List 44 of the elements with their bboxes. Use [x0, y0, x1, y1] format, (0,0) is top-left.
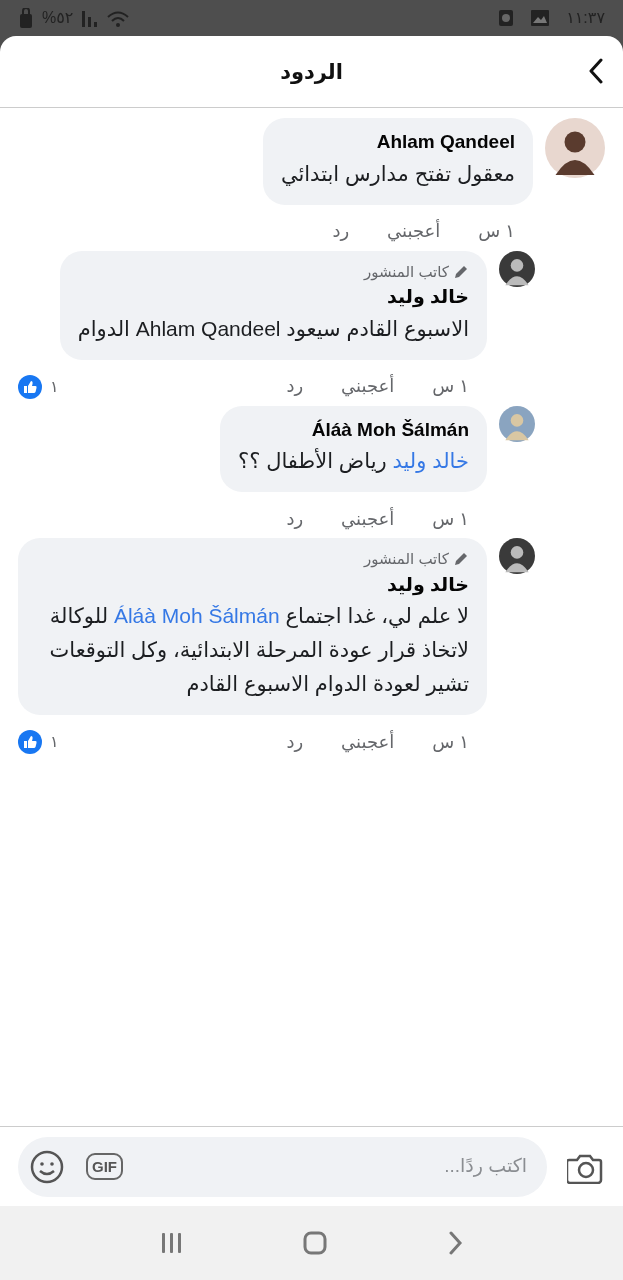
- reaction-count: ١: [50, 732, 59, 752]
- author-role-label: كاتب المنشور: [363, 261, 449, 283]
- image-icon: [530, 9, 551, 27]
- reply-button[interactable]: رد: [286, 373, 304, 400]
- recent-apps-icon[interactable]: [160, 1231, 184, 1255]
- like-reaction-icon: [18, 374, 42, 399]
- author-name[interactable]: خالد وليد: [77, 283, 469, 312]
- avatar: [545, 118, 605, 178]
- back-icon: [587, 58, 605, 84]
- screen-title: الردود: [280, 58, 343, 86]
- reply-button[interactable]: رد: [332, 218, 350, 245]
- comment-text: الاسبوع القادم سيعود Ahlam Qandeel الدوام: [77, 315, 469, 343]
- avatar: [499, 250, 535, 287]
- notification-icon: [498, 9, 515, 27]
- signal-icon: [81, 9, 99, 27]
- author-role-label: كاتب المنشور: [363, 549, 449, 570]
- avatar: [499, 538, 535, 574]
- like-button[interactable]: أعجبني: [341, 505, 395, 533]
- reply-button[interactable]: رد: [286, 728, 304, 756]
- like-button[interactable]: أعجبني: [341, 373, 395, 400]
- like-button[interactable]: أعجبني: [387, 218, 441, 245]
- mention-link[interactable]: خالد وليد: [392, 449, 469, 472]
- comment-time: ١ س: [432, 375, 469, 398]
- gif-button[interactable]: GIF: [86, 1153, 123, 1180]
- emoji-icon[interactable]: [30, 1149, 64, 1184]
- author-name[interactable]: Ahlam Qandeel: [280, 128, 515, 157]
- back-button[interactable]: [587, 58, 605, 84]
- comment-time: ١ س: [432, 507, 469, 531]
- mention-link[interactable]: Áláà Moh Šálmán: [113, 604, 280, 627]
- comment-text: معقول تفتح مدارس ابتدائي: [280, 160, 515, 188]
- like-reaction-icon: [18, 730, 42, 754]
- author-name[interactable]: خالد وليد: [36, 570, 469, 599]
- comment-time: ١ س: [478, 220, 515, 243]
- home-icon[interactable]: [303, 1231, 328, 1255]
- pencil-icon: [453, 263, 469, 280]
- avatar: [499, 405, 535, 442]
- comment-text: خالد وليد رياض الأطفال ؟؟: [238, 447, 469, 475]
- author-name[interactable]: Áláà Moh Šálmán: [238, 415, 469, 444]
- reply-button[interactable]: رد: [286, 505, 304, 533]
- chevron-icon[interactable]: [447, 1231, 463, 1255]
- reaction-count: ١: [50, 376, 59, 397]
- comment-time: ١ س: [432, 730, 469, 754]
- like-button[interactable]: أعجبني: [341, 728, 395, 756]
- pencil-icon: [453, 551, 469, 568]
